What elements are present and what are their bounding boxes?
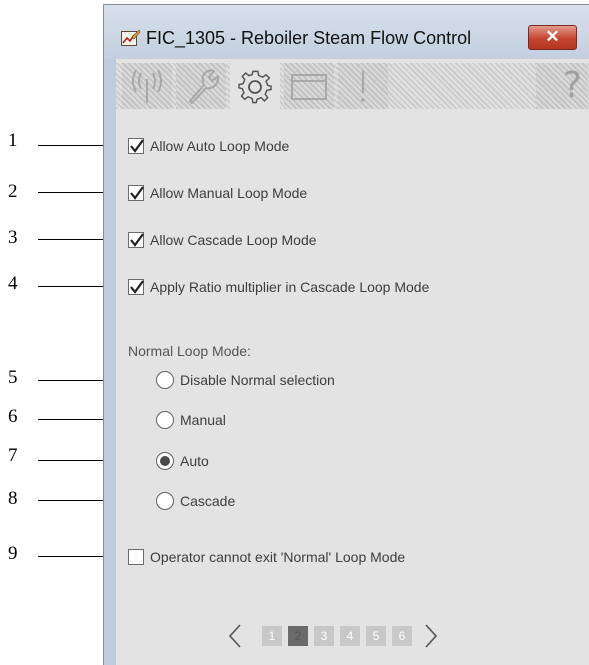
- callout-number: 3: [8, 227, 18, 248]
- callout-number: 1: [8, 130, 18, 151]
- wrench-icon: [189, 69, 220, 104]
- check-icon: [130, 186, 144, 200]
- apply-ratio-option[interactable]: Apply Ratio multiplier in Cascade Loop M…: [128, 276, 429, 298]
- tab-trends[interactable]: [284, 63, 334, 109]
- allow-manual-option[interactable]: Allow Manual Loop Mode: [128, 182, 307, 204]
- operator-lock-label: Operator cannot exit 'Normal' Loop Mode: [150, 549, 406, 565]
- gear-icon: [238, 70, 272, 104]
- callout-number: 9: [8, 543, 18, 564]
- faceplate-panel: ? Allow Auto Loop Mode Allow Manual Loop…: [116, 59, 589, 665]
- page-button[interactable]: 6: [392, 626, 412, 646]
- page-button-current[interactable]: 2: [288, 626, 308, 646]
- faceplate-window: FIC_1305 - Reboiler Steam Flow Control ✕: [103, 4, 589, 665]
- callout-number: 6: [8, 406, 18, 427]
- allow-auto-label: Allow Auto Loop Mode: [150, 138, 290, 154]
- exclamation-icon: [361, 71, 365, 102]
- allow-cascade-option[interactable]: Allow Cascade Loop Mode: [128, 229, 317, 251]
- callout-number: 7: [8, 445, 18, 466]
- allow-auto-option[interactable]: Allow Auto Loop Mode: [128, 135, 289, 157]
- window-icon: [291, 74, 327, 100]
- faceplate-app-icon: [121, 29, 141, 46]
- allow-manual-label: Allow Manual Loop Mode: [150, 185, 308, 201]
- normal-mode-manual-option[interactable]: Manual: [156, 409, 226, 431]
- radio-label: Auto: [180, 453, 209, 469]
- close-button[interactable]: ✕: [528, 25, 577, 50]
- tab-alarms[interactable]: [338, 63, 388, 109]
- chevron-left-icon[interactable]: [222, 621, 250, 651]
- page-button[interactable]: 1: [262, 626, 282, 646]
- callout-number: 8: [8, 488, 18, 509]
- normal-mode-disable-radio[interactable]: [156, 371, 174, 389]
- chevron-right-icon[interactable]: [418, 621, 446, 651]
- page-button[interactable]: 3: [314, 626, 334, 646]
- check-icon: [130, 233, 144, 247]
- callout-number: 2: [8, 181, 18, 202]
- page-button[interactable]: 4: [340, 626, 360, 646]
- allow-manual-checkbox[interactable]: [128, 185, 144, 201]
- tab-operator[interactable]: [122, 63, 172, 109]
- normal-mode-auto-option[interactable]: Auto: [156, 450, 209, 472]
- allow-cascade-label: Allow Cascade Loop Mode: [150, 232, 317, 248]
- window-title: FIC_1305 - Reboiler Steam Flow Control: [146, 28, 472, 48]
- normal-mode-disable-option[interactable]: Disable Normal selection: [156, 369, 335, 391]
- normal-mode-cascade-option[interactable]: Cascade: [156, 490, 235, 512]
- normal-mode-manual-radio[interactable]: [156, 411, 174, 429]
- callout-number: 4: [8, 273, 18, 294]
- help-icon: ?: [562, 65, 582, 106]
- help-button[interactable]: ?: [536, 63, 588, 109]
- allow-auto-checkbox[interactable]: [128, 138, 144, 154]
- tab-toolbar: ?: [116, 59, 589, 113]
- apply-ratio-checkbox[interactable]: [128, 279, 144, 295]
- check-icon: [130, 280, 144, 294]
- callout-number: 5: [8, 367, 18, 388]
- radio-label: Manual: [180, 412, 226, 428]
- page-button[interactable]: 5: [366, 626, 386, 646]
- tab-maintenance[interactable]: [176, 63, 226, 109]
- normal-loop-mode-label: Normal Loop Mode:: [128, 343, 251, 359]
- title-bar: FIC_1305 - Reboiler Steam Flow Control ✕: [104, 5, 589, 59]
- check-icon: [130, 139, 144, 153]
- signal-antenna-icon: [132, 69, 162, 103]
- normal-mode-cascade-radio[interactable]: [156, 492, 174, 510]
- tab-engineering[interactable]: [230, 63, 280, 109]
- radio-label: Disable Normal selection: [180, 372, 335, 388]
- radio-label: Cascade: [180, 493, 236, 509]
- normal-mode-auto-radio[interactable]: [156, 452, 174, 470]
- page-navigator: 1 2 3 4 5 6: [222, 621, 446, 651]
- apply-ratio-label: Apply Ratio multiplier in Cascade Loop M…: [150, 279, 430, 295]
- close-icon: ✕: [545, 27, 560, 46]
- allow-cascade-checkbox[interactable]: [128, 232, 144, 248]
- operator-lock-option[interactable]: Operator cannot exit 'Normal' Loop Mode: [128, 546, 405, 568]
- operator-lock-checkbox[interactable]: [128, 549, 144, 565]
